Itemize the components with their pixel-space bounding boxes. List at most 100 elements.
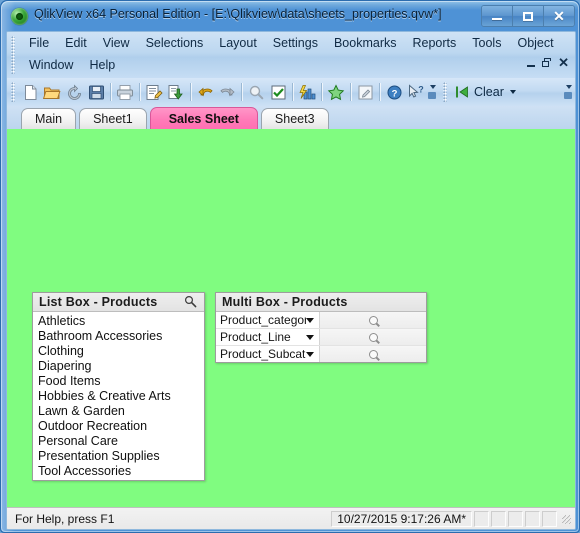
list-item[interactable]: Presentation Supplies — [33, 449, 204, 464]
menu-item-layout[interactable]: Layout — [211, 34, 265, 52]
tab-main[interactable]: Main — [21, 108, 77, 129]
search-circle-icon[interactable] — [368, 315, 378, 325]
chevron-down-icon[interactable] — [306, 317, 314, 323]
multi-box-row-product-category[interactable]: Product_category — [216, 312, 426, 329]
field-cell[interactable]: Product_category — [216, 312, 320, 328]
status-pane — [542, 510, 557, 527]
search-circle-icon[interactable] — [368, 332, 378, 342]
edit-script-icon[interactable] — [143, 81, 165, 103]
list-item[interactable]: Bathroom Accessories — [33, 329, 204, 344]
mdi-window-controls: ✕ — [527, 56, 569, 69]
current-selections-icon[interactable] — [267, 81, 289, 103]
edit-module-icon[interactable] — [354, 81, 376, 103]
chevron-down-icon[interactable] — [306, 351, 314, 357]
quick-chart-icon[interactable] — [296, 81, 318, 103]
toolbar-drag-grip[interactable] — [11, 82, 15, 102]
chevron-down-icon[interactable] — [306, 334, 314, 340]
list-item[interactable]: Diapering — [33, 359, 204, 374]
open-document-icon[interactable] — [41, 81, 63, 103]
tab-sheet3[interactable]: Sheet3 — [260, 108, 329, 129]
field-cell[interactable]: Product_Line — [216, 329, 320, 345]
status-pane — [508, 510, 523, 527]
menu-drag-grip[interactable] — [11, 36, 15, 74]
add-bookmark-icon[interactable] — [325, 81, 347, 103]
menu-item-view[interactable]: View — [95, 34, 138, 52]
magnifier-icon[interactable] — [184, 295, 198, 309]
toolbar-overflow-button[interactable] — [427, 80, 439, 104]
maximize-icon — [523, 12, 533, 21]
minimize-icon — [492, 18, 502, 20]
list-box-title: List Box - Products — [39, 295, 158, 309]
toolbar-separator — [350, 83, 351, 101]
menu-item-tools[interactable]: Tools — [464, 34, 509, 52]
menu-item-bookmarks[interactable]: Bookmarks — [326, 34, 405, 52]
multi-box-caption[interactable]: Multi Box - Products — [216, 293, 426, 312]
clear-toolbar-overflow-button[interactable] — [563, 80, 575, 104]
menu-item-edit[interactable]: Edit — [57, 34, 95, 52]
multi-box-row-product-line[interactable]: Product_Line — [216, 329, 426, 346]
client-area: File Edit View Selections Layout Setting… — [6, 31, 576, 530]
list-box-products[interactable]: List Box - Products Athletics Bathroom A… — [32, 292, 205, 481]
field-cell[interactable]: Product_Subcat... — [216, 346, 320, 362]
resize-grip-icon[interactable] — [559, 512, 573, 526]
mdi-minimize-icon[interactable] — [527, 59, 536, 68]
minimize-button[interactable] — [482, 6, 513, 26]
menu-item-window[interactable]: Window — [21, 56, 81, 74]
save-document-icon[interactable] — [85, 81, 107, 103]
clear-toolbar-drag-grip[interactable] — [443, 82, 447, 102]
list-item[interactable]: Clothing — [33, 344, 204, 359]
list-item[interactable]: Outdoor Recreation — [33, 419, 204, 434]
search-icon[interactable] — [245, 81, 267, 103]
menu-item-reports[interactable]: Reports — [405, 34, 465, 52]
context-help-icon[interactable]: ? — [405, 81, 427, 103]
close-button[interactable]: ✕ — [544, 6, 574, 26]
new-document-icon[interactable] — [19, 81, 41, 103]
tab-sales-sheet[interactable]: Sales Sheet — [149, 107, 258, 129]
toolbar-separator — [379, 83, 380, 101]
menu-item-object[interactable]: Object — [509, 34, 561, 52]
reload-document-icon[interactable] — [63, 81, 85, 103]
menu-item-settings[interactable]: Settings — [265, 34, 326, 52]
value-cell[interactable] — [320, 346, 426, 362]
list-item[interactable]: Personal Care — [33, 434, 204, 449]
value-cell[interactable] — [320, 312, 426, 328]
sheet-canvas[interactable]: List Box - Products Athletics Bathroom A… — [7, 129, 575, 507]
list-item[interactable]: Food Items — [33, 374, 204, 389]
multi-box-title: Multi Box - Products — [222, 295, 348, 309]
help-icon[interactable]: ? — [383, 81, 405, 103]
list-box-items[interactable]: Athletics Bathroom Accessories Clothing … — [33, 312, 204, 480]
search-circle-icon[interactable] — [368, 349, 378, 359]
toolbar-separator — [190, 83, 191, 101]
list-item[interactable]: Hobbies & Creative Arts — [33, 389, 204, 404]
chevron-down-icon[interactable] — [509, 90, 516, 94]
menu-item-file[interactable]: File — [21, 34, 57, 52]
toolbar-separator — [292, 83, 293, 101]
redo-icon[interactable] — [216, 81, 238, 103]
reload-data-icon[interactable] — [165, 81, 187, 103]
list-item[interactable]: Athletics — [33, 314, 204, 329]
multi-box-rows[interactable]: Product_category Product_Line Product_Su… — [216, 312, 426, 362]
value-cell[interactable] — [320, 329, 426, 345]
menu-row-secondary: Window Help — [21, 56, 123, 74]
status-bar: For Help, press F1 10/27/2015 9:17:26 AM… — [7, 507, 575, 529]
status-datetime: 10/27/2015 9:17:26 AM* — [331, 510, 472, 527]
multi-box-row-product-subcategory[interactable]: Product_Subcat... — [216, 346, 426, 362]
sheet-tab-strip: Main Sheet1 Sales Sheet Sheet3 — [7, 106, 575, 129]
field-label: Product_Line — [220, 330, 291, 344]
menu-item-help[interactable]: Help — [81, 56, 123, 74]
svg-text:?: ? — [391, 88, 397, 99]
clear-selections-button[interactable]: Clear — [451, 82, 522, 102]
status-pane — [525, 510, 540, 527]
list-item[interactable]: Lawn & Garden — [33, 404, 204, 419]
list-item[interactable]: Tool Accessories — [33, 464, 204, 479]
print-icon[interactable] — [114, 81, 136, 103]
multi-box-products[interactable]: Multi Box - Products Product_category Pr… — [215, 292, 427, 363]
menu-item-selections[interactable]: Selections — [138, 34, 212, 52]
tab-sheet1[interactable]: Sheet1 — [79, 108, 147, 129]
mdi-close-icon[interactable]: ✕ — [558, 56, 569, 69]
application-window: QlikView x64 Personal Edition - [E:\Qlik… — [0, 0, 580, 533]
list-box-caption[interactable]: List Box - Products — [33, 293, 204, 312]
undo-icon[interactable] — [194, 81, 216, 103]
maximize-button[interactable] — [513, 6, 544, 26]
mdi-restore-icon[interactable] — [542, 58, 552, 68]
